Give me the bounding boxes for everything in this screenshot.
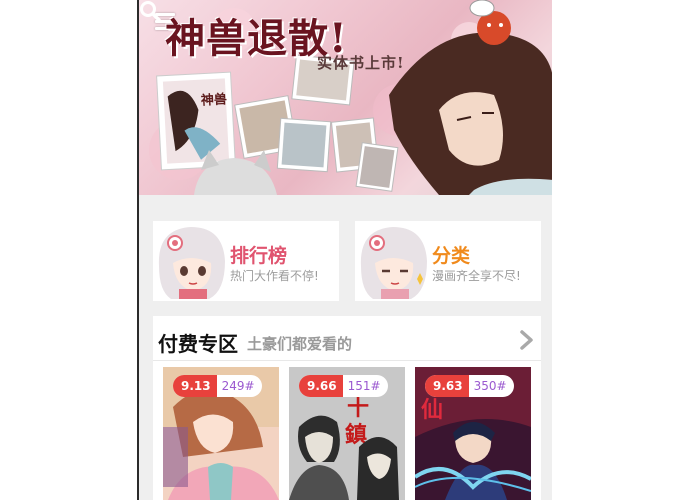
svg-text:仙: 仙 [421,397,443,423]
mascot-icon [158,227,225,299]
svg-text:神兽: 神兽 [201,91,228,108]
comic-card[interactable]: 十 鎮 9.66 151# [289,367,405,500]
category-title: 分类 [432,245,471,267]
score-value: 9.13 [173,375,217,397]
score-value: 9.63 [425,375,469,397]
score-badge: 9.13 249# [173,375,262,397]
search-icon[interactable] [139,0,161,22]
ranking-card[interactable]: 排行榜 热门大作看不停! [153,221,339,301]
comic-card[interactable]: 仙 9.63 350# [415,367,531,500]
rank-value: 151# [347,379,381,393]
rank-value: 350# [473,379,507,393]
mascot-icon [360,227,427,299]
score-value: 9.66 [299,375,343,397]
section-subtitle: 土豪们都爱看的 [247,335,353,353]
score-badge: 9.66 151# [299,375,388,397]
promo-banner[interactable]: 神兽 神兽退散! 实体书上市! [139,0,552,195]
score-badge: 9.63 350# [425,375,514,397]
mobile-page: 神兽 神兽退散! 实体书上市! 排行榜 热门大作看不停! 分类 漫画齐全享不尽!… [137,0,552,500]
banner-subtitle: 实体书上市! [317,54,405,72]
paid-section: 付费专区 土豪们都爱看的 9.13 249# 十 鎮 9.66 151# 仙 9… [153,316,541,500]
svg-text:十: 十 [347,395,369,421]
rank-value: 249# [221,379,255,393]
chevron-right-icon[interactable] [519,329,535,351]
section-title: 付费专区 [158,332,238,356]
category-subtitle: 漫画齐全享不尽! [432,269,521,283]
comic-card[interactable]: 9.13 249# [163,367,279,500]
category-card[interactable]: 分类 漫画齐全享不尽! [355,221,541,301]
ranking-title: 排行榜 [230,245,288,267]
divider [153,360,541,361]
ranking-subtitle: 热门大作看不停! [230,269,319,283]
